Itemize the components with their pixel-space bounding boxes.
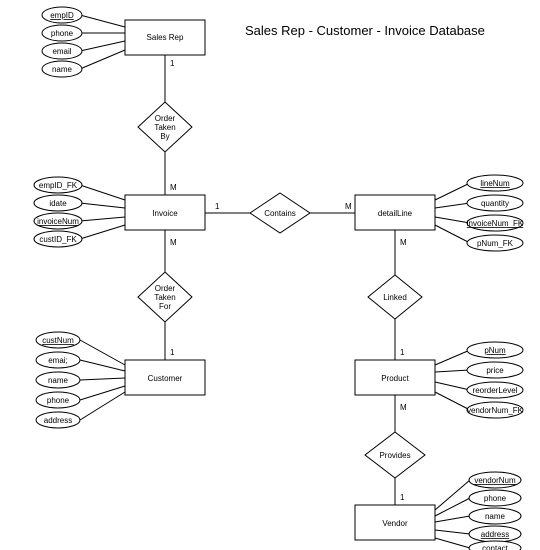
- er-diagram: Sales Rep - Customer - Invoice Database …: [0, 0, 540, 550]
- attr-cust-1: emai;: [48, 356, 68, 365]
- attr-prod-3: vendorNum_FK: [467, 406, 524, 415]
- card-prod-linked: 1: [400, 348, 405, 357]
- entity-salesrep: Sales Rep: [125, 20, 205, 55]
- attr-prod-2: reorderLevel: [473, 386, 518, 395]
- card-inv-otb: M: [170, 183, 177, 192]
- rel-linked: Linked: [368, 275, 422, 319]
- diagram-title: Sales Rep - Customer - Invoice Database: [245, 23, 485, 38]
- svg-text:By: By: [160, 132, 169, 141]
- card-prod-provides: M: [400, 403, 407, 412]
- entity-invoice: Invoice: [125, 195, 205, 230]
- attr-group-product: pNum price reorderLevel vendorNum_FK: [435, 342, 524, 418]
- card-inv-otf: M: [170, 238, 177, 247]
- attr-group-vendor: vendorNum phone name address contact: [435, 472, 521, 550]
- svg-text:Linked: Linked: [383, 293, 407, 302]
- attr-salesrep-3: name: [52, 65, 73, 74]
- rel-contains: Contains: [250, 193, 310, 233]
- attr-invoice-1: idate: [49, 199, 67, 208]
- card-sr-otb: 1: [170, 59, 175, 68]
- attr-salesrep-0: empID: [50, 11, 74, 20]
- attr-salesrep-2: email: [52, 47, 71, 56]
- card-cust-otf: 1: [170, 348, 175, 357]
- card-inv-contains: 1: [215, 202, 220, 211]
- svg-text:Order: Order: [155, 114, 176, 123]
- svg-text:Provides: Provides: [379, 451, 410, 460]
- attr-vendor-1: phone: [484, 494, 507, 503]
- svg-text:Taken: Taken: [154, 123, 175, 132]
- attr-cust-2: name: [48, 376, 69, 385]
- svg-text:Order: Order: [155, 284, 176, 293]
- attr-cust-4: address: [44, 416, 72, 425]
- entity-vendor-label: Vendor: [382, 519, 408, 528]
- attr-cust-0: custNum: [42, 336, 74, 345]
- svg-text:For: For: [159, 302, 171, 311]
- attr-prod-1: price: [486, 366, 504, 375]
- attr-dl-1: quantity: [481, 199, 509, 208]
- entity-detailline: detailLine: [355, 195, 435, 230]
- rel-order-taken-for: Order Taken For: [138, 272, 192, 322]
- attr-group-customer: custNum emai; name phone address: [36, 332, 125, 428]
- rel-provides: Provides: [365, 432, 425, 478]
- attr-dl-0: lineNum: [480, 179, 510, 188]
- attr-group-invoice: empID_FK idate invoiceNum custID_FK: [34, 177, 125, 247]
- entity-customer-label: Customer: [148, 374, 183, 383]
- rel-order-taken-by: Order Taken By: [138, 102, 192, 152]
- card-vendor-provides: 1: [400, 493, 405, 502]
- attr-salesrep-1: phone: [51, 29, 74, 38]
- attr-dl-3: pNum_FK: [477, 239, 514, 248]
- attr-group-detailline: lineNum quantity invoiceNum_FK pNum_FK: [435, 175, 524, 251]
- attr-group-salesrep: empID phone email name: [42, 7, 125, 77]
- svg-text:Taken: Taken: [154, 293, 175, 302]
- card-dl-contains: M: [345, 202, 352, 211]
- entity-product: Product: [355, 360, 435, 395]
- entity-invoice-label: Invoice: [152, 209, 178, 218]
- card-dl-linked: M: [400, 238, 407, 247]
- entity-detailline-label: detailLine: [378, 209, 413, 218]
- attr-vendor-3: address: [481, 530, 509, 539]
- attr-vendor-2: name: [485, 512, 506, 521]
- attr-invoice-0: empID_FK: [39, 181, 78, 190]
- svg-text:Contains: Contains: [264, 209, 296, 218]
- entity-vendor: Vendor: [355, 505, 435, 540]
- attr-cust-3: phone: [47, 396, 70, 405]
- attr-prod-0: pNum: [484, 346, 506, 355]
- entity-salesrep-label: Sales Rep: [147, 33, 184, 42]
- attr-vendor-4: contact: [482, 544, 509, 550]
- entity-customer: Customer: [125, 360, 205, 395]
- attr-vendor-0: vendorNum: [474, 476, 516, 485]
- attr-invoice-2: invoiceNum: [37, 217, 79, 226]
- entity-product-label: Product: [381, 374, 409, 383]
- attr-invoice-3: custID_FK: [39, 235, 77, 244]
- attr-dl-2: invoiceNum_FK: [467, 219, 524, 228]
